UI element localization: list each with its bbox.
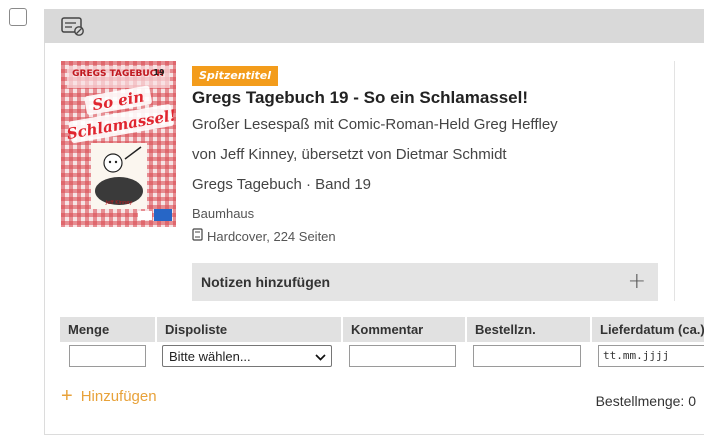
- order-quantity-total: Bestellmenge: 0: [595, 393, 696, 409]
- book-format: Hardcover, 224 Seiten: [192, 228, 336, 244]
- book-subtitle: Großer Lesespaß mit Comic-Roman-Held Gre…: [192, 116, 558, 133]
- dispoliste-selected-value: Bitte wählen...: [169, 348, 251, 364]
- add-notes-bar[interactable]: Notizen hinzufügen +: [192, 263, 658, 301]
- book-title[interactable]: Gregs Tagebuch 19 - So ein Schlamassel!: [192, 88, 528, 108]
- book-series: Gregs Tagebuch · Band 19: [192, 176, 372, 193]
- cover-number: 19: [153, 68, 165, 77]
- book-cover-image[interactable]: GREGS TAGEBUCH 19 So ein Schlamassel! Je…: [61, 61, 176, 227]
- select-checkbox[interactable]: [9, 8, 27, 26]
- column-header-lieferdatum: Lieferdatum (ca.): [590, 317, 704, 342]
- column-header-dispoliste: Dispoliste: [155, 317, 341, 342]
- delivery-date-placeholder: tt.mm.jjjj: [603, 349, 670, 362]
- plus-icon[interactable]: +: [628, 271, 646, 293]
- add-notes-label: Notizen hinzufügen: [201, 274, 331, 290]
- chevron-down-icon: [315, 349, 326, 364]
- cover-series-text: GREGS TAGEBUCH: [72, 69, 164, 79]
- add-button-label: Hinzufügen: [80, 387, 157, 405]
- book-format-label: Hardcover, 224 Seiten: [207, 228, 336, 244]
- details-divider: [674, 61, 675, 301]
- status-badge: Spitzentitel: [192, 66, 279, 86]
- book-publisher: Baumhaus: [192, 206, 255, 221]
- delivery-date-input[interactable]: tt.mm.jjjj: [598, 345, 704, 367]
- column-header-kommentar: Kommentar: [341, 317, 465, 342]
- add-button[interactable]: + Hinzufügen: [61, 386, 157, 406]
- cover-author: Jeff Kinney: [105, 200, 133, 206]
- column-header-bestellzn: Bestellzn.: [465, 317, 590, 342]
- comment-input[interactable]: [349, 345, 456, 367]
- card-header-bar: [44, 9, 704, 43]
- dispoliste-select[interactable]: Bitte wählen...: [162, 345, 332, 367]
- card-settings-icon[interactable]: [61, 16, 85, 36]
- plus-icon: +: [61, 385, 73, 407]
- quantity-input[interactable]: [69, 345, 146, 367]
- book-icon: [192, 228, 203, 244]
- column-header-menge: Menge: [68, 322, 110, 337]
- book-authors: von Jeff Kinney, übersetzt von Dietmar S…: [192, 146, 507, 163]
- order-sign-input[interactable]: [473, 345, 581, 367]
